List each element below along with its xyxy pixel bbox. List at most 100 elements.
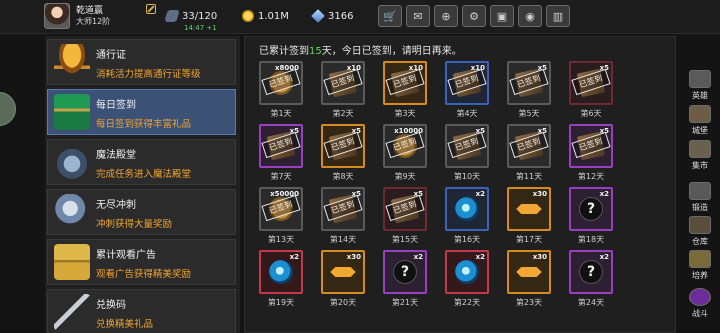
reward-quantity: x2 bbox=[413, 253, 423, 261]
menu-subtitle: 兑换精美礼品 bbox=[96, 319, 154, 330]
reward-day-label: 第17天 bbox=[515, 235, 543, 244]
menu-item-pass[interactable]: 通行证 消耗活力提高通行证等级 bbox=[47, 39, 236, 85]
reward-day-label: 第3天 bbox=[394, 109, 416, 118]
nav-upgrade-button[interactable]: 培养 bbox=[686, 250, 714, 280]
reward-day-cell[interactable]: x5 已签到 第10天 bbox=[441, 124, 495, 194]
nav-hero-button[interactable]: 英雄 bbox=[686, 70, 714, 100]
reward-day-label: 第21天 bbox=[391, 298, 419, 307]
reward-quantity: x30 bbox=[532, 190, 547, 198]
menu-item-magic-hall[interactable]: 魔法殿堂 完成任务进入魔法殿堂 bbox=[47, 139, 236, 185]
edit-name-icon[interactable] bbox=[146, 4, 156, 14]
reward-day-label: 第8天 bbox=[332, 172, 354, 181]
castle-icon bbox=[689, 105, 711, 123]
menu-subtitle: 观看广告获得精美奖励 bbox=[96, 269, 192, 280]
right-nav-bar: 英雄 城堡 集市 锻造 仓库 培养 战斗 bbox=[680, 66, 720, 333]
nav-warehouse-button[interactable]: 仓库 bbox=[686, 216, 714, 246]
reward-day-label: 第16天 bbox=[453, 235, 481, 244]
reward-day-label: 第13天 bbox=[267, 235, 295, 244]
reward-day-cell[interactable]: ? x2 第21天 bbox=[379, 250, 433, 320]
menu-subtitle: 每日签到获得丰富礼品 bbox=[96, 119, 192, 130]
reward-day-cell[interactable]: ? x2 第24天 bbox=[565, 250, 619, 320]
reward-day-cell[interactable]: x5 已签到 第15天 bbox=[379, 187, 433, 257]
reward-day-cell[interactable]: x50000 已签到 第13天 bbox=[255, 187, 309, 257]
reward-day-cell[interactable]: x5 已签到第5天 bbox=[503, 61, 557, 131]
reward-slot: x2 bbox=[445, 187, 489, 231]
nav-battle-button[interactable]: 战斗 bbox=[686, 288, 714, 318]
reward-day-cell[interactable]: x2 第16天 bbox=[441, 187, 495, 257]
menu-item-endless-sprint[interactable]: 无尽冲刺 冲刺获得大量奖励 bbox=[47, 189, 236, 235]
nav-label: 仓库 bbox=[692, 237, 708, 246]
chalice-icon bbox=[54, 44, 90, 80]
player-avatar[interactable] bbox=[44, 3, 70, 29]
menu-item-redeem-code[interactable]: 兑换码 兑换精美礼品 bbox=[47, 289, 236, 333]
reward-day-label: 第1天 bbox=[270, 109, 292, 118]
crystal-icon bbox=[516, 196, 542, 222]
reward-day-cell[interactable]: x8000 已签到第1天 bbox=[255, 61, 309, 131]
menu-subtitle: 消耗活力提高通行证等级 bbox=[96, 69, 201, 80]
reward-slot: x2 bbox=[445, 250, 489, 294]
reward-slot: ? x2 bbox=[569, 187, 613, 231]
shop-cart-icon[interactable]: 🛒 bbox=[378, 5, 402, 27]
settings-gear-icon[interactable]: ⚙ bbox=[462, 5, 486, 27]
reward-slot: x10 已签到 bbox=[445, 61, 489, 105]
reward-day-cell[interactable]: x30 第20天 bbox=[317, 250, 371, 320]
blue-orb-icon bbox=[455, 197, 479, 221]
reward-day-cell[interactable]: x2 第19天 bbox=[255, 250, 309, 320]
reward-day-cell[interactable]: x5 已签到 第8天 bbox=[317, 124, 371, 194]
gold-value: 1.01M bbox=[258, 10, 289, 22]
menu-subtitle: 冲刺获得大量奖励 bbox=[96, 219, 173, 230]
reward-day-cell[interactable]: x10 已签到 第2天 bbox=[317, 61, 371, 131]
menu-item-watch-ads[interactable]: 累计观看广告 观看广告获得精美奖励 bbox=[47, 239, 236, 285]
nav-label: 锻造 bbox=[692, 203, 708, 212]
blue-orb-icon bbox=[269, 260, 293, 284]
nav-castle-button[interactable]: 城堡 bbox=[686, 105, 714, 135]
reward-slot: x2 bbox=[259, 250, 303, 294]
reward-day-label: 第12天 bbox=[577, 172, 605, 181]
reward-day-cell[interactable]: x5 已签到 第7天 bbox=[255, 124, 309, 194]
reward-day-cell[interactable]: x5 已签到 第11天 bbox=[503, 124, 557, 194]
reward-day-cell[interactable]: x10000 已签到 第9天 bbox=[379, 124, 433, 194]
reward-slot: x5 已签到 bbox=[383, 187, 427, 231]
reward-day-label: 第4天 bbox=[456, 109, 478, 118]
reward-day-cell[interactable]: x5 已签到 第12天 bbox=[565, 124, 619, 194]
reward-day-cell[interactable]: x30 第23天 bbox=[503, 250, 557, 320]
reward-slot: x5 已签到 bbox=[507, 61, 551, 105]
reward-day-label: 第19天 bbox=[267, 298, 295, 307]
nav-forge-button[interactable]: 锻造 bbox=[686, 182, 714, 212]
reward-day-cell[interactable]: x5 已签到 第14天 bbox=[317, 187, 371, 257]
reward-slot: x10 已签到 bbox=[383, 61, 427, 105]
color-wheel-icon[interactable]: ◉ bbox=[518, 5, 542, 27]
reward-slot: x30 bbox=[507, 187, 551, 231]
reward-quantity: x2 bbox=[475, 253, 485, 261]
menu-item-daily-signin[interactable]: 每日签到 每日签到获得丰富礼品 bbox=[47, 89, 236, 135]
reward-day-cell[interactable]: x30 第17天 bbox=[503, 187, 557, 257]
reward-day-cell[interactable]: x5 已签到 第6天 bbox=[565, 61, 619, 131]
reward-day-cell[interactable]: ? x2 第18天 bbox=[565, 187, 619, 257]
sword-icon bbox=[54, 294, 90, 330]
mail-icon[interactable]: ✉ bbox=[406, 5, 430, 27]
reward-day-label: 第23天 bbox=[515, 298, 543, 307]
activity-menu: 通行证 消耗活力提高通行证等级 每日签到 每日签到获得丰富礼品 魔法殿堂 完成任… bbox=[45, 36, 240, 333]
gift-icon[interactable]: ▣ bbox=[490, 5, 514, 27]
reward-day-label: 第5天 bbox=[518, 109, 540, 118]
forge-icon bbox=[689, 182, 711, 200]
mystery-icon: ? bbox=[393, 260, 417, 284]
side-drawer-handle[interactable] bbox=[0, 92, 16, 126]
reward-slot: x8000 已签到 bbox=[259, 61, 303, 105]
nav-label: 集市 bbox=[692, 161, 708, 170]
reward-day-cell[interactable]: x2 第22天 bbox=[441, 250, 495, 320]
reward-day-cell[interactable]: x10 已签到第4天 bbox=[441, 61, 495, 131]
gamepad-icon[interactable]: ⊕ bbox=[434, 5, 458, 27]
treasure-chest-icon bbox=[54, 94, 90, 130]
reward-slot: x10 已签到 bbox=[321, 61, 365, 105]
reward-quantity: x2 bbox=[289, 253, 299, 261]
nav-market-button[interactable]: 集市 bbox=[686, 140, 714, 170]
player-name: 乾道赢 bbox=[76, 6, 104, 16]
upgrade-icon bbox=[689, 250, 711, 268]
reward-slot: x10000 已签到 bbox=[383, 124, 427, 168]
reward-day-cell[interactable]: x10 已签到第3天 bbox=[379, 61, 433, 131]
stats-chart-icon[interactable]: ▥ bbox=[546, 5, 570, 27]
reward-slot: x5 已签到 bbox=[507, 124, 551, 168]
reward-quantity: x2 bbox=[599, 253, 609, 261]
menu-title: 魔法殿堂 bbox=[96, 150, 136, 161]
